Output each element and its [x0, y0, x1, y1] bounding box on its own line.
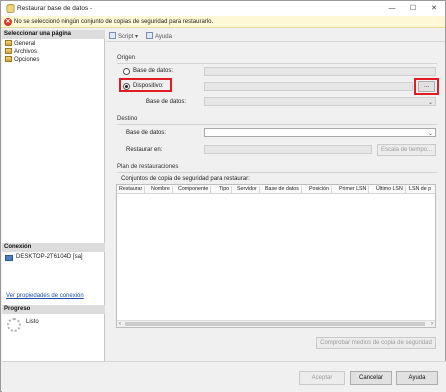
- column-header[interactable]: Nombre: [151, 186, 173, 193]
- plan-divider: [117, 172, 437, 173]
- page-item-general[interactable]: General: [5, 40, 35, 48]
- scroll-left-icon[interactable]: ‹: [119, 321, 121, 328]
- column-header[interactable]: Servidor: [237, 186, 260, 193]
- message-bar: ✕ No se seleccionó ningún conjunto de co…: [1, 16, 445, 28]
- scrollbar-thumb[interactable]: [125, 322, 425, 326]
- main-pane: Script ▾ Ayuda Origen Base de datos: Dis…: [106, 30, 445, 361]
- column-header[interactable]: Último LSN: [376, 186, 406, 193]
- page-icon: [5, 56, 12, 62]
- chevron-down-icon: ⌄: [427, 131, 433, 137]
- verify-backup-media-button[interactable]: Comprobar medios de copia de seguridad: [316, 337, 436, 349]
- script-button[interactable]: Script ▾: [109, 32, 138, 40]
- backup-sets-grid[interactable]: Restaurar Nombre Componente Tipo Servido…: [116, 184, 436, 328]
- column-header[interactable]: Primer LSN: [339, 186, 370, 193]
- column-header[interactable]: Posición: [309, 186, 333, 193]
- column-header[interactable]: Componente: [178, 186, 212, 193]
- help-toolbar-button[interactable]: Ayuda: [146, 32, 172, 40]
- origin-group-label: Origen: [117, 55, 136, 61]
- connection-value: DESKTOP-2T6104D [sa]: [16, 254, 83, 260]
- restore-database-dialog: Restaurar base de datos - — ☐ ✕ ✕ No se …: [0, 0, 446, 392]
- browse-highlight: [414, 78, 439, 95]
- script-label: Script: [118, 34, 134, 40]
- database-radio[interactable]: [123, 68, 130, 75]
- select-page-header: Seleccionar una página: [2, 30, 105, 39]
- backup-sets-label: Conjuntos de copia de seguridad para res…: [121, 176, 250, 182]
- view-connection-properties-link[interactable]: Ver propiedades de conexión: [6, 293, 84, 299]
- left-pane: Seleccionar una página General Archivos …: [2, 30, 105, 361]
- destination-database-select[interactable]: ⌄: [204, 128, 436, 137]
- window-title: Restaurar base de datos -: [17, 5, 93, 12]
- help-icon: [146, 32, 153, 39]
- column-header[interactable]: LSN de p: [409, 186, 433, 193]
- page-item-opciones[interactable]: Opciones: [5, 56, 39, 64]
- origin-database-label: Base de datos:: [146, 99, 187, 105]
- minimize-button[interactable]: —: [382, 3, 402, 14]
- page-icon: [5, 40, 12, 46]
- chevron-down-icon: ⌄: [427, 100, 433, 106]
- chevron-down-icon: ▾: [135, 34, 139, 40]
- plan-group-label: Plan de restauraciones: [117, 164, 179, 170]
- page-item-label: General: [14, 41, 36, 47]
- connection-header: Conexión: [2, 243, 105, 252]
- help-button[interactable]: Ayuda: [396, 371, 438, 385]
- message-text: No se seleccionó ningún conjunto de copi…: [14, 19, 214, 25]
- page-icon: [5, 48, 12, 54]
- close-button[interactable]: ✕: [424, 3, 444, 14]
- scroll-right-icon[interactable]: ›: [431, 321, 433, 328]
- origin-divider: [117, 63, 437, 64]
- destination-database-label: Base de datos:: [126, 130, 167, 136]
- restore-to-field: [204, 145, 372, 154]
- device-highlight: [119, 78, 172, 92]
- ok-button[interactable]: Aceptar: [299, 371, 345, 385]
- dialog-footer: Aceptar Cancelar Ayuda: [2, 361, 446, 392]
- destination-divider: [117, 124, 437, 125]
- progress-header: Progreso: [2, 305, 105, 314]
- column-header[interactable]: Restaurar: [119, 186, 146, 193]
- error-icon: ✕: [4, 18, 12, 26]
- restore-to-label: Restaurar en:: [126, 147, 163, 153]
- page-item-label: Archivos: [14, 49, 38, 55]
- horizontal-scrollbar[interactable]: ‹ ›: [117, 320, 435, 327]
- grid-header: Restaurar Nombre Componente Tipo Servido…: [117, 185, 435, 194]
- toolbar: Script ▾ Ayuda: [106, 30, 445, 42]
- page-item-archivos[interactable]: Archivos: [5, 48, 37, 56]
- maximize-button[interactable]: ☐: [403, 3, 423, 14]
- column-header[interactable]: Tipo: [219, 186, 233, 193]
- destination-group-label: Destino: [117, 116, 138, 122]
- database-radio-label: Base de datos:: [133, 68, 174, 74]
- server-icon: [5, 255, 13, 261]
- device-path-field: [204, 82, 413, 91]
- origin-database-select[interactable]: ⌄: [204, 97, 436, 106]
- timeline-button[interactable]: Escala de tiempo...: [377, 144, 436, 156]
- origin-database-field: [204, 67, 436, 76]
- database-icon: [6, 4, 15, 13]
- cancel-button[interactable]: Cancelar: [350, 371, 392, 385]
- title-bar: Restaurar base de datos - — ☐ ✕: [1, 1, 445, 16]
- script-icon: [109, 32, 116, 39]
- page-item-label: Opciones: [14, 57, 40, 63]
- progress-spinner-icon: [7, 318, 21, 332]
- help-label: Ayuda: [155, 34, 172, 40]
- column-header[interactable]: Base de datos: [265, 186, 302, 193]
- progress-status: Listo: [26, 319, 39, 325]
